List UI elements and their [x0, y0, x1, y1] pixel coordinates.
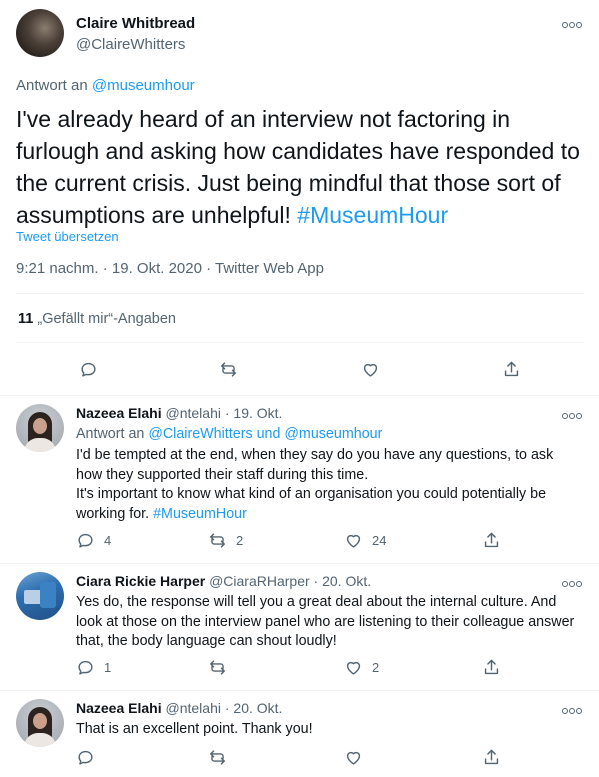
reply-tweet[interactable]: Nazeea Elahi @ntelahi · 20. Okt. That is…: [0, 691, 599, 777]
reply-to-handle-link[interactable]: @museumhour: [92, 77, 195, 94]
author-handle[interactable]: @CiaraRHarper: [209, 573, 310, 589]
reply-button[interactable]: [76, 748, 95, 767]
share-button[interactable]: [482, 531, 501, 550]
reply-header: Ciara Rickie Harper @CiaraRHarper · 20. …: [76, 573, 371, 589]
like-button[interactable]: 2: [344, 658, 379, 677]
reply-text: That is an excellent point. Thank you!: [76, 721, 313, 737]
retweet-icon: [210, 660, 225, 675]
tweet-date[interactable]: · 19. Okt.: [225, 405, 283, 421]
avatar[interactable]: [16, 9, 64, 57]
reply-count: 4: [104, 533, 112, 548]
reply-icon: [78, 660, 93, 675]
retweet-icon: [210, 750, 225, 765]
retweet-button[interactable]: [219, 360, 238, 379]
reply-button[interactable]: 1: [76, 658, 111, 677]
divider: [16, 293, 584, 294]
retweet-button[interactable]: 2: [208, 531, 243, 550]
author-name[interactable]: Claire Whitbread: [76, 15, 195, 32]
main-action-bar: [0, 358, 599, 380]
heart-icon: [363, 363, 378, 377]
reply-button[interactable]: 4: [76, 531, 111, 550]
reply-header: Nazeea Elahi @ntelahi · 20. Okt.: [76, 700, 282, 716]
reply-text: Yes do, the response will tell you a gre…: [76, 594, 575, 649]
retweet-button[interactable]: [208, 748, 227, 767]
reply-icon: [81, 362, 96, 377]
more-options-icon[interactable]: [562, 702, 583, 718]
avatar[interactable]: [16, 572, 64, 620]
tweet-timestamp[interactable]: 9:21 nachm. · 19. Okt. 2020 · Twitter We…: [16, 260, 324, 277]
author-name[interactable]: Nazeea Elahi: [76, 405, 162, 421]
heart-icon: [346, 661, 361, 675]
reply-tweet[interactable]: Ciara Rickie Harper @CiaraRHarper · 20. …: [0, 564, 599, 690]
author-name[interactable]: Nazeea Elahi: [76, 700, 162, 716]
more-options-icon[interactable]: [562, 407, 583, 423]
avatar[interactable]: [16, 404, 64, 452]
like-button[interactable]: 24: [344, 531, 386, 550]
more-options-icon[interactable]: [562, 16, 583, 32]
like-count: 24: [372, 533, 387, 548]
author-handle[interactable]: @ClaireWhitters: [76, 36, 185, 53]
author-name[interactable]: Ciara Rickie Harper: [76, 573, 205, 589]
main-tweet: Claire Whitbread @ClaireWhitters Antwort…: [0, 0, 599, 395]
share-icon: [484, 749, 499, 765]
reply-to-line: Antwort an @museumhour: [16, 77, 195, 94]
reply-icon: [78, 750, 93, 765]
author-handle[interactable]: @ntelahi: [166, 700, 221, 716]
likes-label: „Gefällt mir“-Angaben: [37, 311, 176, 327]
reply-button[interactable]: [79, 360, 98, 379]
reply-body: I'd be tempted at the end, when they say…: [76, 447, 554, 522]
hashtag-link[interactable]: #MuseumHour: [297, 202, 448, 228]
likes-count: 11: [18, 311, 34, 327]
share-button[interactable]: [502, 360, 521, 379]
divider: [16, 342, 584, 343]
avatar[interactable]: [16, 699, 64, 747]
reply-to-prefix: Antwort an: [16, 77, 88, 94]
retweet-count: 2: [236, 533, 244, 548]
retweet-icon: [210, 533, 225, 548]
reply-to-handles-link[interactable]: @ClaireWhitters und @museumhour: [148, 426, 382, 442]
retweet-button[interactable]: [208, 658, 227, 677]
share-button[interactable]: [482, 658, 501, 677]
more-options-icon[interactable]: [562, 575, 583, 591]
share-icon: [484, 532, 499, 548]
likes-count-line[interactable]: 11 „Gefällt mir“-Angaben: [18, 311, 176, 327]
share-icon: [484, 659, 499, 675]
tweet-date[interactable]: · 20. Okt.: [314, 573, 372, 589]
reply-text: I'd be tempted at the end, when they say…: [76, 446, 581, 524]
reply-to-line: Antwort an @ClaireWhitters und @museumho…: [76, 426, 382, 442]
reply-header: Nazeea Elahi @ntelahi · 19. Okt.: [76, 405, 282, 421]
heart-icon: [346, 751, 361, 765]
author-handle[interactable]: @ntelahi: [166, 405, 221, 421]
like-button[interactable]: [344, 748, 363, 767]
tweet-date[interactable]: · 20. Okt.: [225, 700, 283, 716]
heart-icon: [346, 534, 361, 548]
reply-icon: [78, 533, 93, 548]
reply-to-prefix: Antwort an: [76, 426, 145, 442]
translate-link[interactable]: Tweet übersetzen: [16, 229, 119, 244]
hashtag-link[interactable]: #MuseumHour: [153, 506, 247, 522]
retweet-icon: [221, 361, 236, 377]
share-icon: [504, 361, 519, 376]
reply-count: 1: [104, 660, 112, 675]
share-button[interactable]: [482, 748, 501, 767]
like-button[interactable]: [361, 360, 380, 379]
like-count: 2: [372, 660, 380, 675]
tweet-text: I've already heard of an interview not f…: [16, 103, 586, 231]
reply-tweet[interactable]: Nazeea Elahi @ntelahi · 19. Okt. Antwort…: [0, 396, 599, 563]
